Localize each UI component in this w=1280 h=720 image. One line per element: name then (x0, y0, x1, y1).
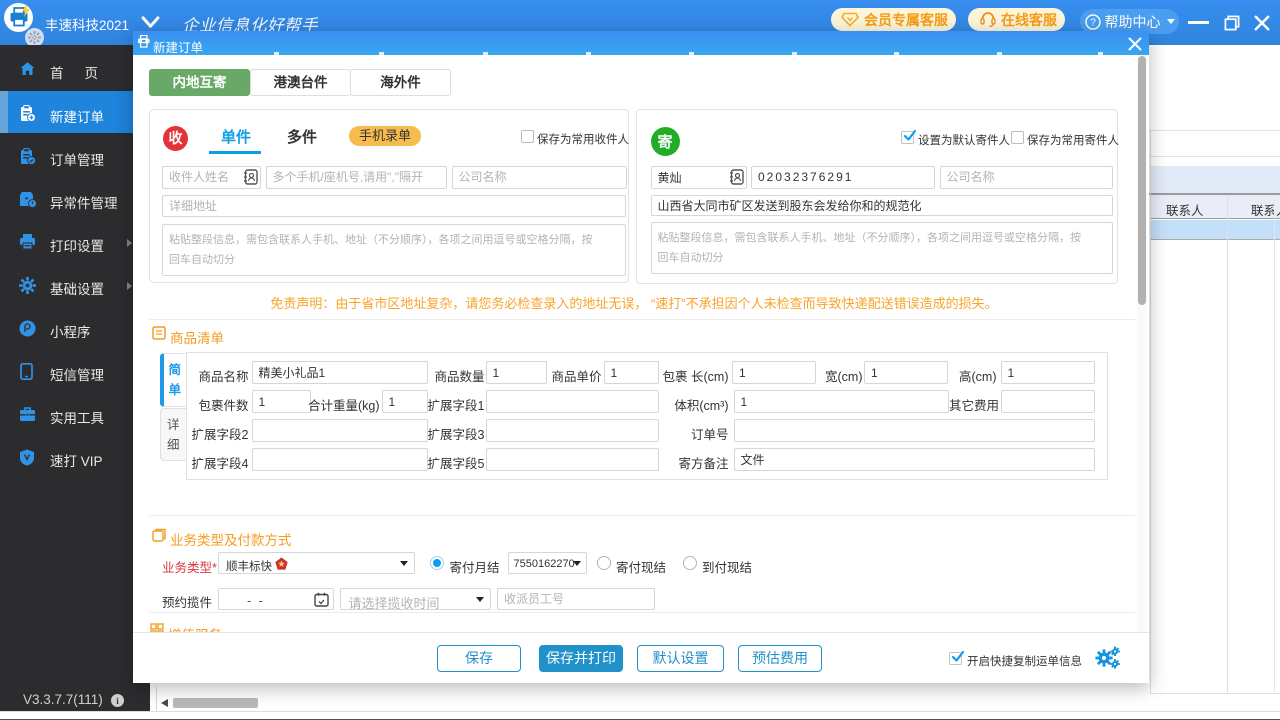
svg-text:?: ? (1090, 17, 1096, 28)
